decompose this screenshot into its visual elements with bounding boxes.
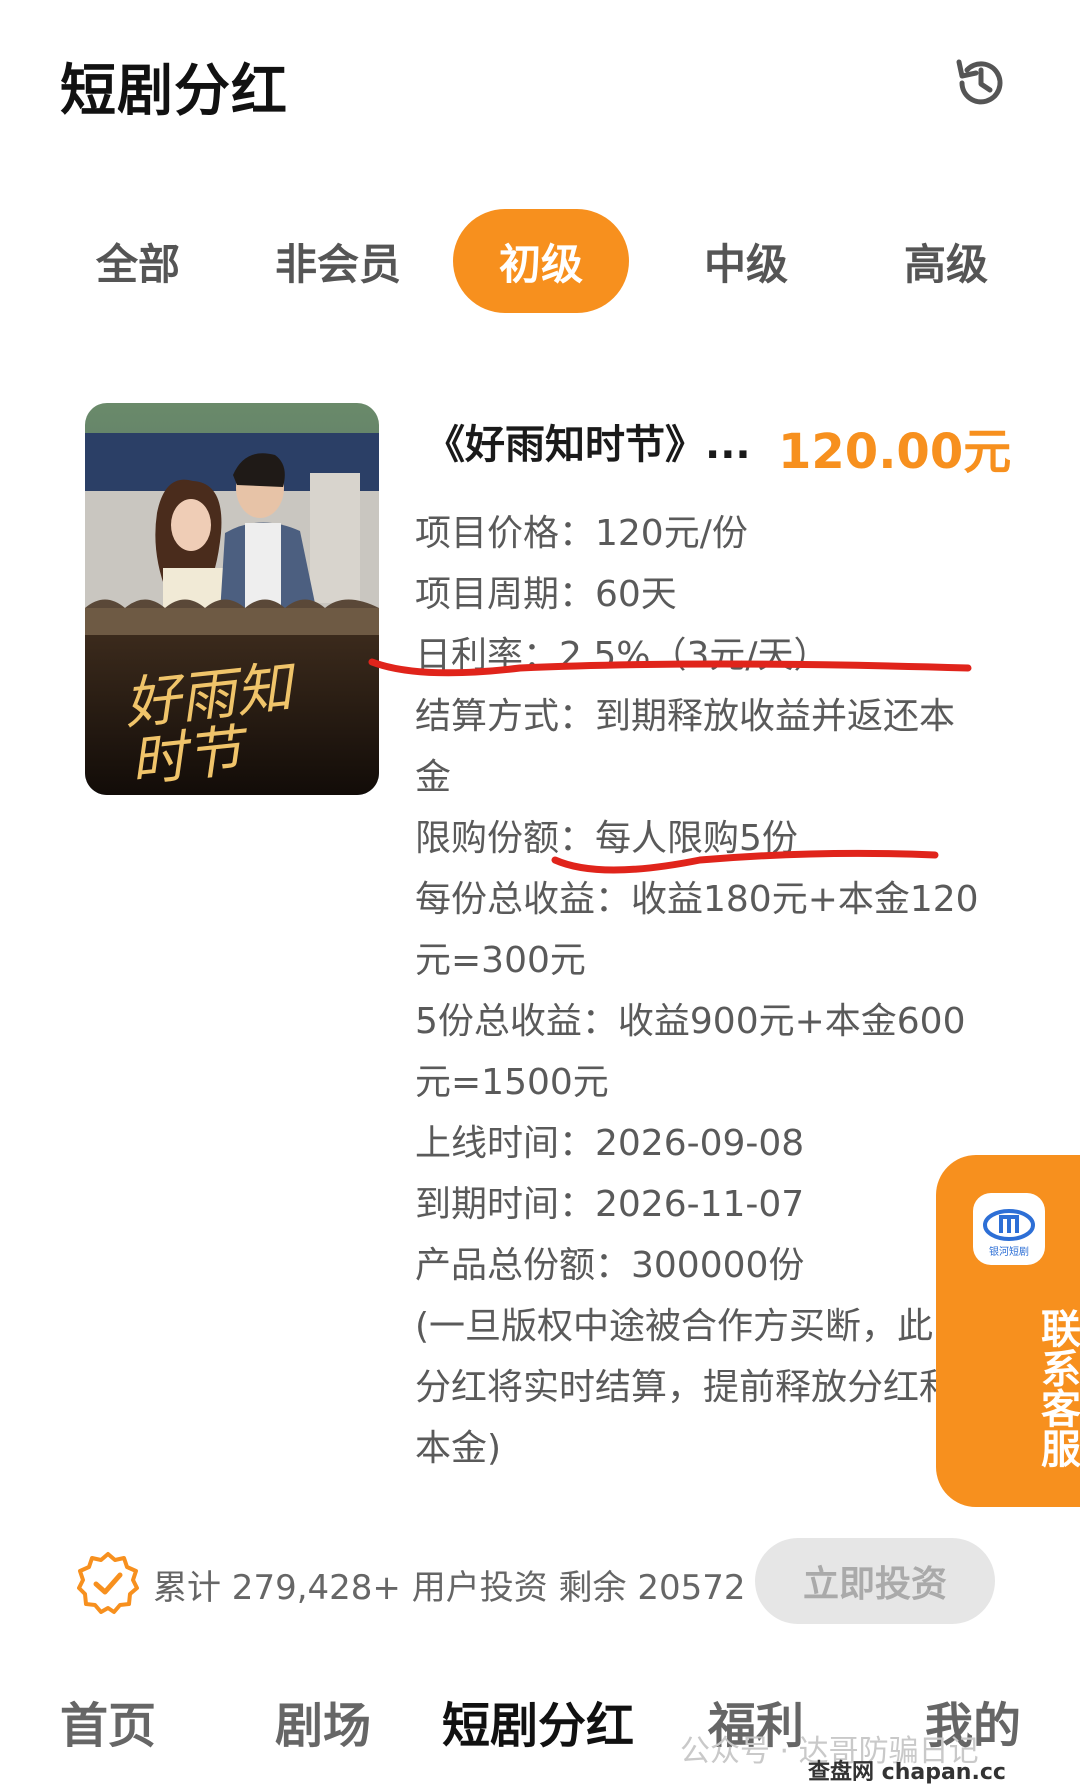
tab-beginner[interactable]: 初级 (453, 209, 629, 313)
detail-expiry-date: 到期时间：2026-11-07 (415, 1184, 805, 1225)
detail-daily-rate: 日利率：2.5%（3元/天） (415, 635, 830, 676)
tab-all[interactable]: 全部 (78, 209, 198, 313)
service-logo-text: 银河短剧 (989, 1245, 1029, 1258)
detail-purchase-limit: 限购份额：每人限购5份 (415, 818, 798, 859)
tab-intermediate[interactable]: 中级 (686, 209, 806, 313)
contact-service-label: 联系客服 (1034, 1308, 1080, 1468)
verified-badge-icon (77, 1552, 139, 1614)
detail-cycle: 项目周期：60天 (415, 574, 677, 615)
poster-title: 好雨知时节 (121, 655, 295, 795)
detail-total-shares: 产品总份额：300000份 (415, 1245, 805, 1286)
detail-note-2: 分红将实时结算，提前释放分红和 (415, 1367, 956, 1408)
contact-service-button[interactable]: 银河短剧 联系客服 (936, 1155, 1080, 1507)
product-details: 项目价格：120元/份 项目周期：60天 日利率：2.5%（3元/天） 结算方式… (415, 503, 995, 1479)
detail-price: 项目价格：120元/份 (415, 513, 748, 554)
service-logo-icon: 银河短剧 (973, 1193, 1045, 1265)
detail-five-share-income-cont: 元=1500元 (415, 1062, 609, 1103)
site-watermark: 查盘网 chapan.cc (808, 1760, 1006, 1785)
product-title[interactable]: 《好雨知时节》... (425, 412, 751, 470)
investment-stats: 累计 279,428+ 用户投资 剩余 20572 份 (153, 1568, 791, 1608)
detail-five-share-income: 5份总收益：收益900元+本金600 (415, 1001, 966, 1042)
detail-settlement: 结算方式：到期释放收益并返还本 (415, 696, 956, 737)
detail-per-share-income-cont: 元=300元 (415, 940, 586, 981)
product-price: 120.00元 (778, 424, 1012, 480)
nav-drama-dividend[interactable]: 短剧分红 (442, 1686, 634, 1756)
invest-now-button[interactable]: 立即投资 (755, 1538, 995, 1624)
tab-non-member[interactable]: 非会员 (268, 209, 408, 313)
nav-theater[interactable]: 剧场 (275, 1686, 371, 1756)
level-tabs: 全部 非会员 初级 中级 高级 (0, 205, 1080, 325)
detail-launch-date: 上线时间：2026-09-08 (415, 1123, 805, 1164)
tab-advanced[interactable]: 高级 (886, 209, 1006, 313)
detail-settlement-cont: 金 (415, 757, 452, 798)
nav-home[interactable]: 首页 (60, 1686, 156, 1756)
detail-note-3: 本金) (415, 1428, 502, 1469)
page-title: 短剧分红 (60, 59, 288, 124)
detail-per-share-income: 每份总收益：收益180元+本金120 (415, 879, 979, 920)
history-icon[interactable] (950, 52, 1012, 114)
drama-poster[interactable]: 好雨知时节 (85, 403, 379, 795)
app-header: 短剧分红 (0, 0, 1080, 170)
detail-note-1: (一旦版权中途被合作方买断，此 (415, 1306, 934, 1347)
investment-summary-bar: 累计 279,428+ 用户投资 剩余 20572 份 立即投资 (0, 1530, 1080, 1630)
